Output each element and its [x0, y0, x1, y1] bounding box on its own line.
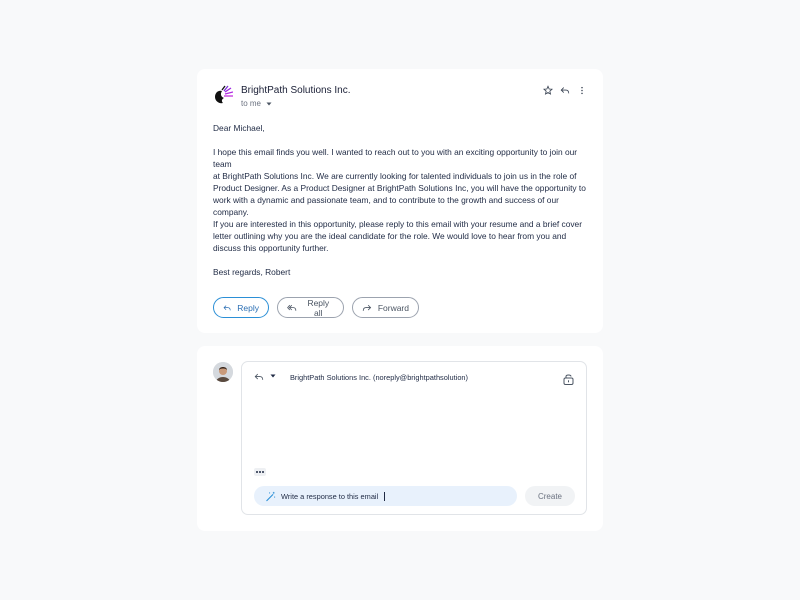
compose-box[interactable]: BrightPath Solutions Inc. (noreply@brigh…	[241, 361, 587, 515]
ai-prompt-input[interactable]: Write a response to this email	[254, 486, 517, 506]
body-line-1: I hope this email finds you well. I want…	[213, 147, 578, 169]
caret-down-icon[interactable]	[269, 372, 279, 382]
forward-icon	[362, 304, 372, 311]
greeting: Dear Michael,	[213, 123, 265, 133]
to-label: to me	[241, 99, 262, 108]
reply-label: Reply	[237, 302, 259, 313]
star-icon[interactable]	[543, 84, 553, 95]
more-options-icon[interactable]	[254, 468, 266, 476]
email-actions: Reply Reply all Forward	[213, 297, 419, 318]
reply-button[interactable]: Reply	[213, 297, 269, 318]
email-top-actions	[543, 84, 587, 95]
more-vertical-icon[interactable]	[577, 85, 587, 95]
reply-all-icon	[287, 304, 297, 311]
unlock-icon[interactable]	[563, 372, 574, 385]
sender-name: BrightPath Solutions Inc.	[241, 85, 351, 96]
body-line-3: If you are interested in this opportunit…	[213, 219, 582, 253]
reply-icon[interactable]	[560, 85, 570, 95]
caret-down-icon	[265, 100, 273, 108]
reply-icon	[223, 304, 231, 310]
email-body: Dear Michael, I hope this email finds yo…	[213, 122, 587, 278]
sender-logo-icon	[213, 85, 234, 105]
forward-label: Forward	[377, 302, 409, 313]
ai-prompt-value: Write a response to this email	[281, 491, 379, 501]
email-card: BrightPath Solutions Inc. to me Dear Mic…	[197, 69, 603, 333]
reply-all-button[interactable]: Reply all	[277, 297, 344, 318]
text-cursor	[384, 491, 386, 501]
reply-icon[interactable]	[254, 372, 264, 382]
forward-button[interactable]: Forward	[352, 297, 419, 318]
create-button[interactable]: Create	[525, 486, 575, 506]
body-line-2: at BrightPath Solutions Inc. We are curr…	[213, 171, 586, 217]
signoff: Best regards, Robert	[213, 267, 291, 277]
recipient-dropdown[interactable]: to me	[241, 99, 273, 108]
avatar	[213, 362, 233, 382]
compose-header: BrightPath Solutions Inc. (noreply@brigh…	[254, 372, 468, 382]
reply-card: BrightPath Solutions Inc. (noreply@brigh…	[197, 346, 603, 531]
compose-recipient: BrightPath Solutions Inc. (noreply@brigh…	[290, 372, 468, 382]
reply-all-label: Reply all	[307, 297, 330, 318]
magic-wand-icon	[266, 491, 276, 501]
